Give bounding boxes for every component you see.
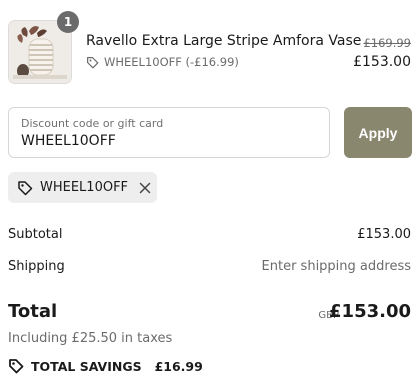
discount-code-input[interactable]: WHEEL10OFF: [21, 133, 116, 149]
apply-button[interactable]: Apply: [344, 107, 412, 158]
item-discount-label: WHEEL10OFF (-£16.99): [104, 55, 239, 69]
tag-icon: [9, 359, 24, 374]
close-icon[interactable]: [139, 182, 151, 194]
original-price: £169.99: [363, 36, 411, 50]
tag-icon: [18, 180, 33, 195]
savings-amount: £16.99: [154, 358, 203, 374]
applied-discount-code: WHEEL10OFF: [40, 180, 129, 195]
discount-code-field[interactable]: Discount code or gift card WHEEL10OFF: [8, 107, 330, 158]
applied-discount-chip: WHEEL10OFF: [8, 172, 157, 203]
product-price: £153.00: [353, 54, 411, 70]
savings-label: TOTAL SAVINGS: [31, 358, 142, 374]
line-item: 1 Ravello Extra Large Stripe Amfora Vase…: [8, 11, 413, 84]
discount-field-label: Discount code or gift card: [21, 117, 164, 130]
total-amount: £153.00: [329, 301, 411, 322]
shipping-label: Shipping: [8, 259, 65, 274]
shipping-value: Enter shipping address: [261, 259, 411, 274]
tag-icon: [87, 56, 99, 68]
tax-note: Including £25.50 in taxes: [8, 331, 173, 346]
subtotal-label: Subtotal: [8, 227, 63, 242]
quantity-badge: 1: [57, 11, 79, 33]
product-thumbnail: 1: [8, 11, 79, 84]
total-label: Total: [8, 301, 58, 322]
total-savings: TOTAL SAVINGS £16.99: [8, 358, 203, 374]
item-discount: WHEEL10OFF (-£16.99): [86, 55, 239, 69]
remove-discount-button[interactable]: [139, 182, 151, 194]
subtotal-value: £153.00: [357, 227, 411, 242]
product-name: Ravello Extra Large Stripe Amfora Vase: [86, 33, 362, 49]
